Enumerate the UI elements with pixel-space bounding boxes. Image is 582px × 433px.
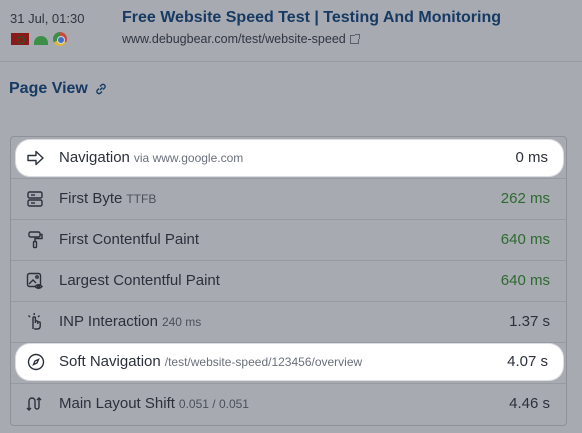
row-value: 0 ms [515, 149, 548, 166]
page-url[interactable]: www.debugbear.com/test/website-speed [122, 32, 346, 46]
android-icon [34, 35, 48, 45]
paint-roller-icon [25, 230, 45, 250]
row-label: First Byte TTFB [59, 190, 157, 207]
page-title[interactable]: Free Website Speed Test | Testing And Mo… [122, 9, 501, 27]
chrome-icon [53, 32, 67, 46]
arrow-right-icon [26, 148, 46, 168]
row-value: 262 ms [500, 190, 550, 207]
section-title: Page View [9, 80, 108, 98]
test-environment-icons [11, 32, 67, 46]
timeline-list: First Byte TTFB 262 ms First Contentful P… [10, 136, 567, 426]
row-label: Navigation via www.google.com [59, 149, 244, 166]
row-label: First Contentful Paint [59, 231, 200, 248]
list-item[interactable]: INP Interaction 240 ms 1.37 s [11, 301, 566, 342]
section-title-text: Page View [9, 80, 88, 97]
flag-icon [11, 33, 29, 45]
list-item[interactable]: First Byte TTFB 262 ms [11, 178, 566, 219]
tap-hand-icon [25, 312, 45, 332]
result-header: 31 Jul, 01:30 Free Website Speed Test | … [0, 0, 582, 62]
server-icon [25, 189, 45, 209]
compass-icon [26, 352, 46, 372]
row-value: 1.37 s [509, 313, 550, 330]
layout-shift-icon [25, 394, 45, 414]
link-icon[interactable] [94, 82, 108, 96]
test-date: 31 Jul, 01:30 [10, 11, 85, 26]
highlighted-row-navigation[interactable]: Navigation via www.google.com 0 ms [16, 140, 563, 176]
image-eye-icon [25, 271, 45, 291]
row-label: INP Interaction 240 ms [59, 313, 202, 330]
page-url-link[interactable]: www.debugbear.com/test/website-speed [122, 32, 360, 46]
external-link-icon[interactable] [349, 33, 360, 44]
row-label: Largest Contentful Paint [59, 272, 220, 289]
row-value: 4.46 s [509, 395, 550, 412]
list-item[interactable]: Main Layout Shift 0.051 / 0.051 4.46 s [11, 383, 566, 424]
row-label: Main Layout Shift 0.051 / 0.051 [59, 395, 249, 412]
highlighted-row-soft-navigation[interactable]: Soft Navigation/test/website-speed/12345… [16, 344, 563, 380]
list-item[interactable]: First Contentful Paint 640 ms [11, 219, 566, 260]
row-value: 4.07 s [507, 353, 548, 370]
list-item[interactable]: Largest Contentful Paint 640 ms [11, 260, 566, 301]
row-label: Soft Navigation/test/website-speed/12345… [59, 353, 363, 370]
row-value: 640 ms [500, 231, 550, 248]
row-value: 640 ms [500, 272, 550, 289]
